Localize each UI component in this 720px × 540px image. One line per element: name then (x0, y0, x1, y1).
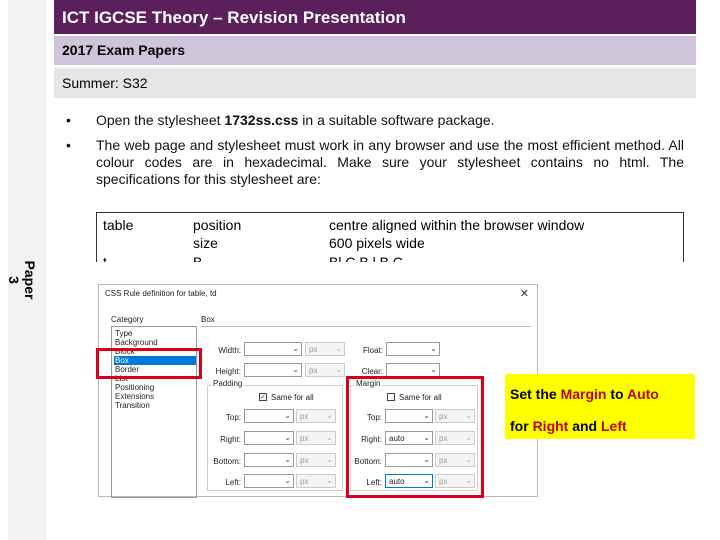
dialog-title: CSS Rule definition for table, td (105, 289, 217, 298)
spec-selector-cut: t (103, 254, 107, 262)
callout-text: to (606, 386, 627, 402)
unit-text: px (300, 434, 309, 443)
unit-text: px (300, 412, 309, 421)
spec-selector: table (103, 217, 134, 233)
close-icon[interactable]: ✕ (520, 287, 529, 300)
spec-property: size (193, 235, 218, 251)
unit-text: px (300, 477, 309, 486)
bullet1-text-end: in a suitable software package. (298, 112, 495, 128)
padding-left-label: Left: (225, 478, 241, 487)
spec-property-cut: B (193, 254, 203, 262)
box-category-highlight (96, 348, 202, 379)
padding-bottom-unit[interactable]: px ⌄ (296, 453, 336, 467)
spec-value-cut: Bl C B l B C (329, 254, 403, 262)
padding-bottom-label: Bottom: (213, 457, 241, 466)
category-label: Category (111, 315, 144, 324)
padding-right-label: Right: (220, 435, 241, 444)
padding-right-field[interactable]: ⌄ (244, 431, 294, 445)
unit-text: px (309, 366, 318, 375)
spec-value: 600 pixels wide (329, 235, 425, 251)
margin-highlight (346, 376, 484, 498)
callout-text: for (510, 418, 533, 434)
spec-value: centre aligned within the browser window (329, 217, 585, 233)
callout-text: and (568, 418, 601, 434)
bullet1-text: Open the stylesheet (96, 112, 225, 128)
slide-title: ICT IGCSE Theory – Revision Presentation (54, 0, 696, 34)
width-unit[interactable]: px ⌄ (305, 342, 345, 356)
spec-property: position (193, 217, 242, 233)
padding-same-label: Same for all (271, 393, 314, 402)
slide-subtitle: 2017 Exam Papers (54, 36, 696, 65)
clear-field[interactable]: ⌄ (386, 363, 440, 377)
callout-text: Set the (510, 386, 561, 402)
callout-keyword: Auto (626, 386, 659, 402)
float-field[interactable]: ⌄ (386, 342, 440, 356)
height-unit[interactable]: px ⌄ (305, 363, 345, 377)
padding-top-unit[interactable]: px ⌄ (296, 409, 336, 423)
filename: 1732ss.css (224, 112, 299, 128)
callout-keyword: Margin (560, 386, 607, 402)
padding-top-field[interactable]: ⌄ (244, 409, 294, 423)
float-label: Float: (362, 346, 383, 355)
callout-keyword: Right (532, 418, 569, 434)
width-field[interactable]: ⌄ (244, 342, 302, 356)
callout-line-1: Set the Margin to Auto (510, 384, 695, 404)
callout-keyword: Left (601, 418, 627, 434)
unit-text: px (300, 456, 309, 465)
padding-top-label: Top: (225, 413, 241, 422)
unit-text: px (309, 345, 318, 354)
height-field[interactable]: ⌄ (244, 363, 302, 377)
clear-label: Clear: (361, 367, 383, 376)
padding-same-checkbox[interactable]: ✓ (259, 393, 267, 401)
padding-label: Padding (211, 379, 245, 388)
padding-bottom-field[interactable]: ⌄ (244, 453, 294, 467)
category-background[interactable]: Background (114, 338, 196, 347)
section-label: Box (201, 315, 215, 324)
padding-right-unit[interactable]: px ⌄ (296, 431, 336, 445)
divider (201, 326, 531, 327)
padding-left-field[interactable]: ⌄ (244, 474, 294, 488)
width-label: Width: (218, 346, 241, 355)
paper-label: Paper 3 (6, 260, 38, 300)
instruction-callout: Set the Margin to Auto for Right and Lef… (505, 374, 695, 439)
callout-line-2: for Right and Left (510, 416, 695, 436)
category-type[interactable]: Type (114, 329, 196, 338)
exam-session: Summer: S32 (54, 68, 696, 98)
category-transition[interactable]: Transition (114, 401, 196, 410)
height-label: Height: (215, 367, 241, 376)
bullet-specifications: The web page and stylesheet must work in… (62, 137, 684, 188)
spec-table: table position centre aligned within the… (96, 212, 684, 262)
category-extensions[interactable]: Extensions (114, 392, 196, 401)
padding-left-unit[interactable]: px ⌄ (296, 474, 336, 488)
category-positioning[interactable]: Positioning (114, 383, 196, 392)
bullet-open-stylesheet: Open the stylesheet 1732ss.css in a suit… (62, 112, 684, 129)
